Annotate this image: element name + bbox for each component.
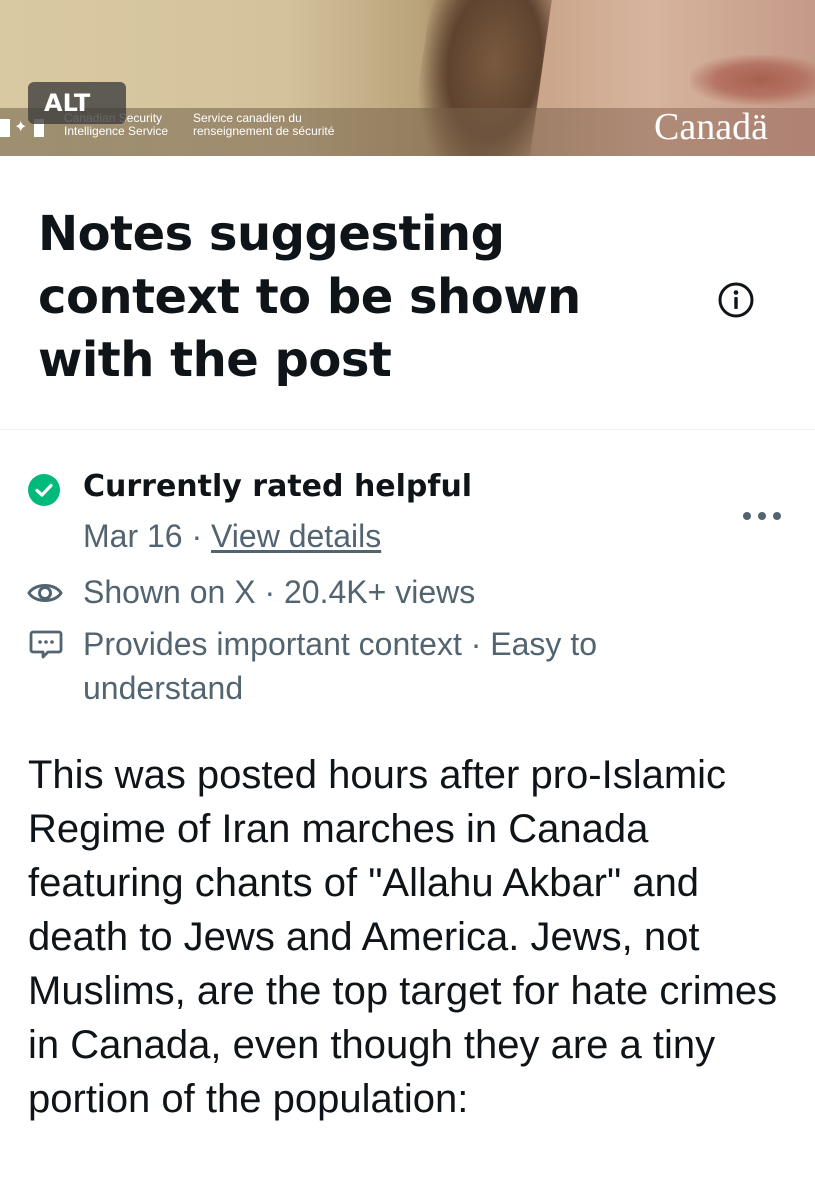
rating-reasons: Provides important context · Easy to und… (83, 626, 597, 706)
image-face-region (690, 55, 815, 105)
page-title: Notes suggesting context to be shown wit… (38, 206, 581, 388)
view-details-link[interactable]: View details (211, 518, 381, 554)
more-options-icon[interactable] (738, 507, 786, 525)
section-divider (0, 429, 815, 430)
meta-separator: · (182, 518, 212, 554)
agency-name-french: Service canadien du renseignement de séc… (193, 111, 335, 138)
shown-on-views: Shown on X · 20.4K+ views (83, 574, 476, 610)
note-status: Currently rated helpful (83, 469, 473, 504)
note-text: This was posted hours after pro-Islamic … (28, 753, 778, 1121)
eye-icon (27, 584, 63, 602)
note-date: Mar 16 (83, 518, 183, 554)
canada-wordmark: Canadä (654, 106, 768, 148)
note-meta: Mar 16 · View details (83, 515, 381, 557)
post-media-image[interactable]: ✦ Canadian Security Intelligence Service… (0, 0, 815, 156)
chat-bubble-icon (29, 630, 63, 659)
check-circle-icon (28, 474, 60, 506)
info-icon[interactable] (716, 280, 756, 320)
alt-text-badge[interactable]: ALT (28, 82, 126, 124)
